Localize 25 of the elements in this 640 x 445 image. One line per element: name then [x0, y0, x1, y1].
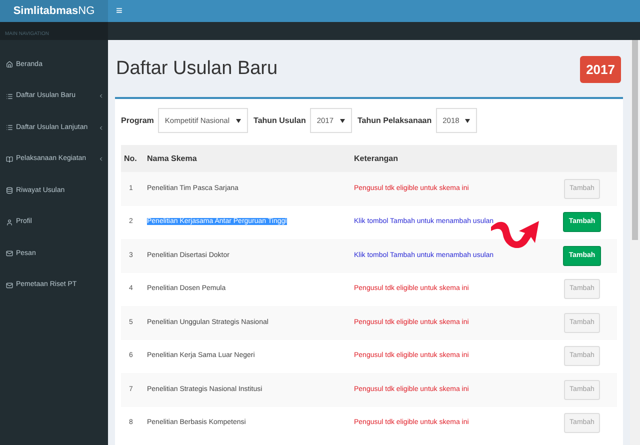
- column-header: Nama Skema: [146, 152, 198, 164]
- filter-label: Program: [121, 114, 154, 126]
- page-title: Daftar Usulan Baru: [115, 57, 278, 82]
- column-header: Keterangan: [353, 152, 398, 164]
- dropdown-caret-icon: [465, 118, 470, 122]
- chevron-icon: [98, 93, 104, 100]
- list-icon: [6, 124, 13, 132]
- scrollbar[interactable]: [630, 40, 640, 445]
- menu-toggle[interactable]: ≡: [116, 2, 122, 20]
- chevron-icon: [98, 124, 104, 131]
- filter-label: Tahun Pelaksanaan: [358, 114, 432, 126]
- dropdown-caret-icon: [340, 118, 345, 122]
- app-logo[interactable]: SimlitabmasNG: [13, 2, 95, 20]
- book-icon: [6, 156, 13, 163]
- mail-icon: [6, 250, 13, 258]
- column-header: No.: [123, 152, 138, 164]
- chevron-icon: [98, 156, 104, 162]
- home-icon: [6, 61, 13, 68]
- dropdown-caret-icon: [236, 118, 241, 122]
- database-icon: [6, 187, 13, 194]
- user-icon: [6, 218, 13, 226]
- list-icon: [6, 92, 13, 100]
- filter-label: Tahun Usulan: [254, 114, 306, 126]
- mail-icon: [6, 282, 13, 289]
- year-badge: 2017: [580, 56, 621, 84]
